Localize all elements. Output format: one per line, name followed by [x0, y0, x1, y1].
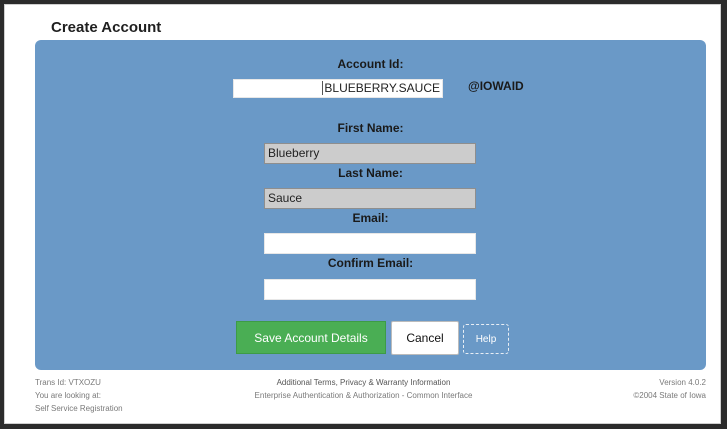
save-account-details-button[interactable]: Save Account Details	[236, 321, 386, 354]
form-panel: Account Id: BLUEBERRY.SAUCE @IOWAID Firs…	[35, 40, 706, 370]
footer-right: Version 4.0.2 ©2004 State of Iowa	[633, 376, 706, 402]
terms-link[interactable]: Additional Terms, Privacy & Warranty Inf…	[5, 376, 722, 389]
last-name-label: Last Name:	[338, 166, 403, 180]
confirm-email-label: Confirm Email:	[327, 256, 414, 270]
email-input[interactable]	[264, 233, 476, 254]
page-title: Create Account	[51, 19, 162, 36]
cancel-button[interactable]: Cancel	[391, 321, 459, 355]
account-id-domain: @IOWAID	[468, 79, 524, 93]
account-id-label: Account Id:	[337, 57, 404, 71]
copyright-text: ©2004 State of Iowa	[633, 391, 706, 400]
current-location: Self Service Registration	[35, 404, 123, 413]
confirm-email-input[interactable]	[264, 279, 476, 300]
account-id-value: BLUEBERRY.SAUCE	[322, 81, 440, 95]
version-text: Version 4.0.2	[659, 378, 706, 387]
first-name-label: First Name:	[337, 121, 404, 135]
footer-center: Additional Terms, Privacy & Warranty Inf…	[5, 376, 722, 402]
email-label: Email:	[352, 211, 389, 225]
first-name-input[interactable]: Blueberry	[264, 143, 476, 164]
page-container: Create Account Account Id: BLUEBERRY.SAU…	[4, 4, 721, 424]
help-button[interactable]: Help	[463, 324, 509, 354]
footer-subtitle: Enterprise Authentication & Authorizatio…	[254, 391, 473, 400]
last-name-input[interactable]: Sauce	[264, 188, 476, 209]
account-id-input[interactable]: BLUEBERRY.SAUCE	[233, 79, 443, 98]
